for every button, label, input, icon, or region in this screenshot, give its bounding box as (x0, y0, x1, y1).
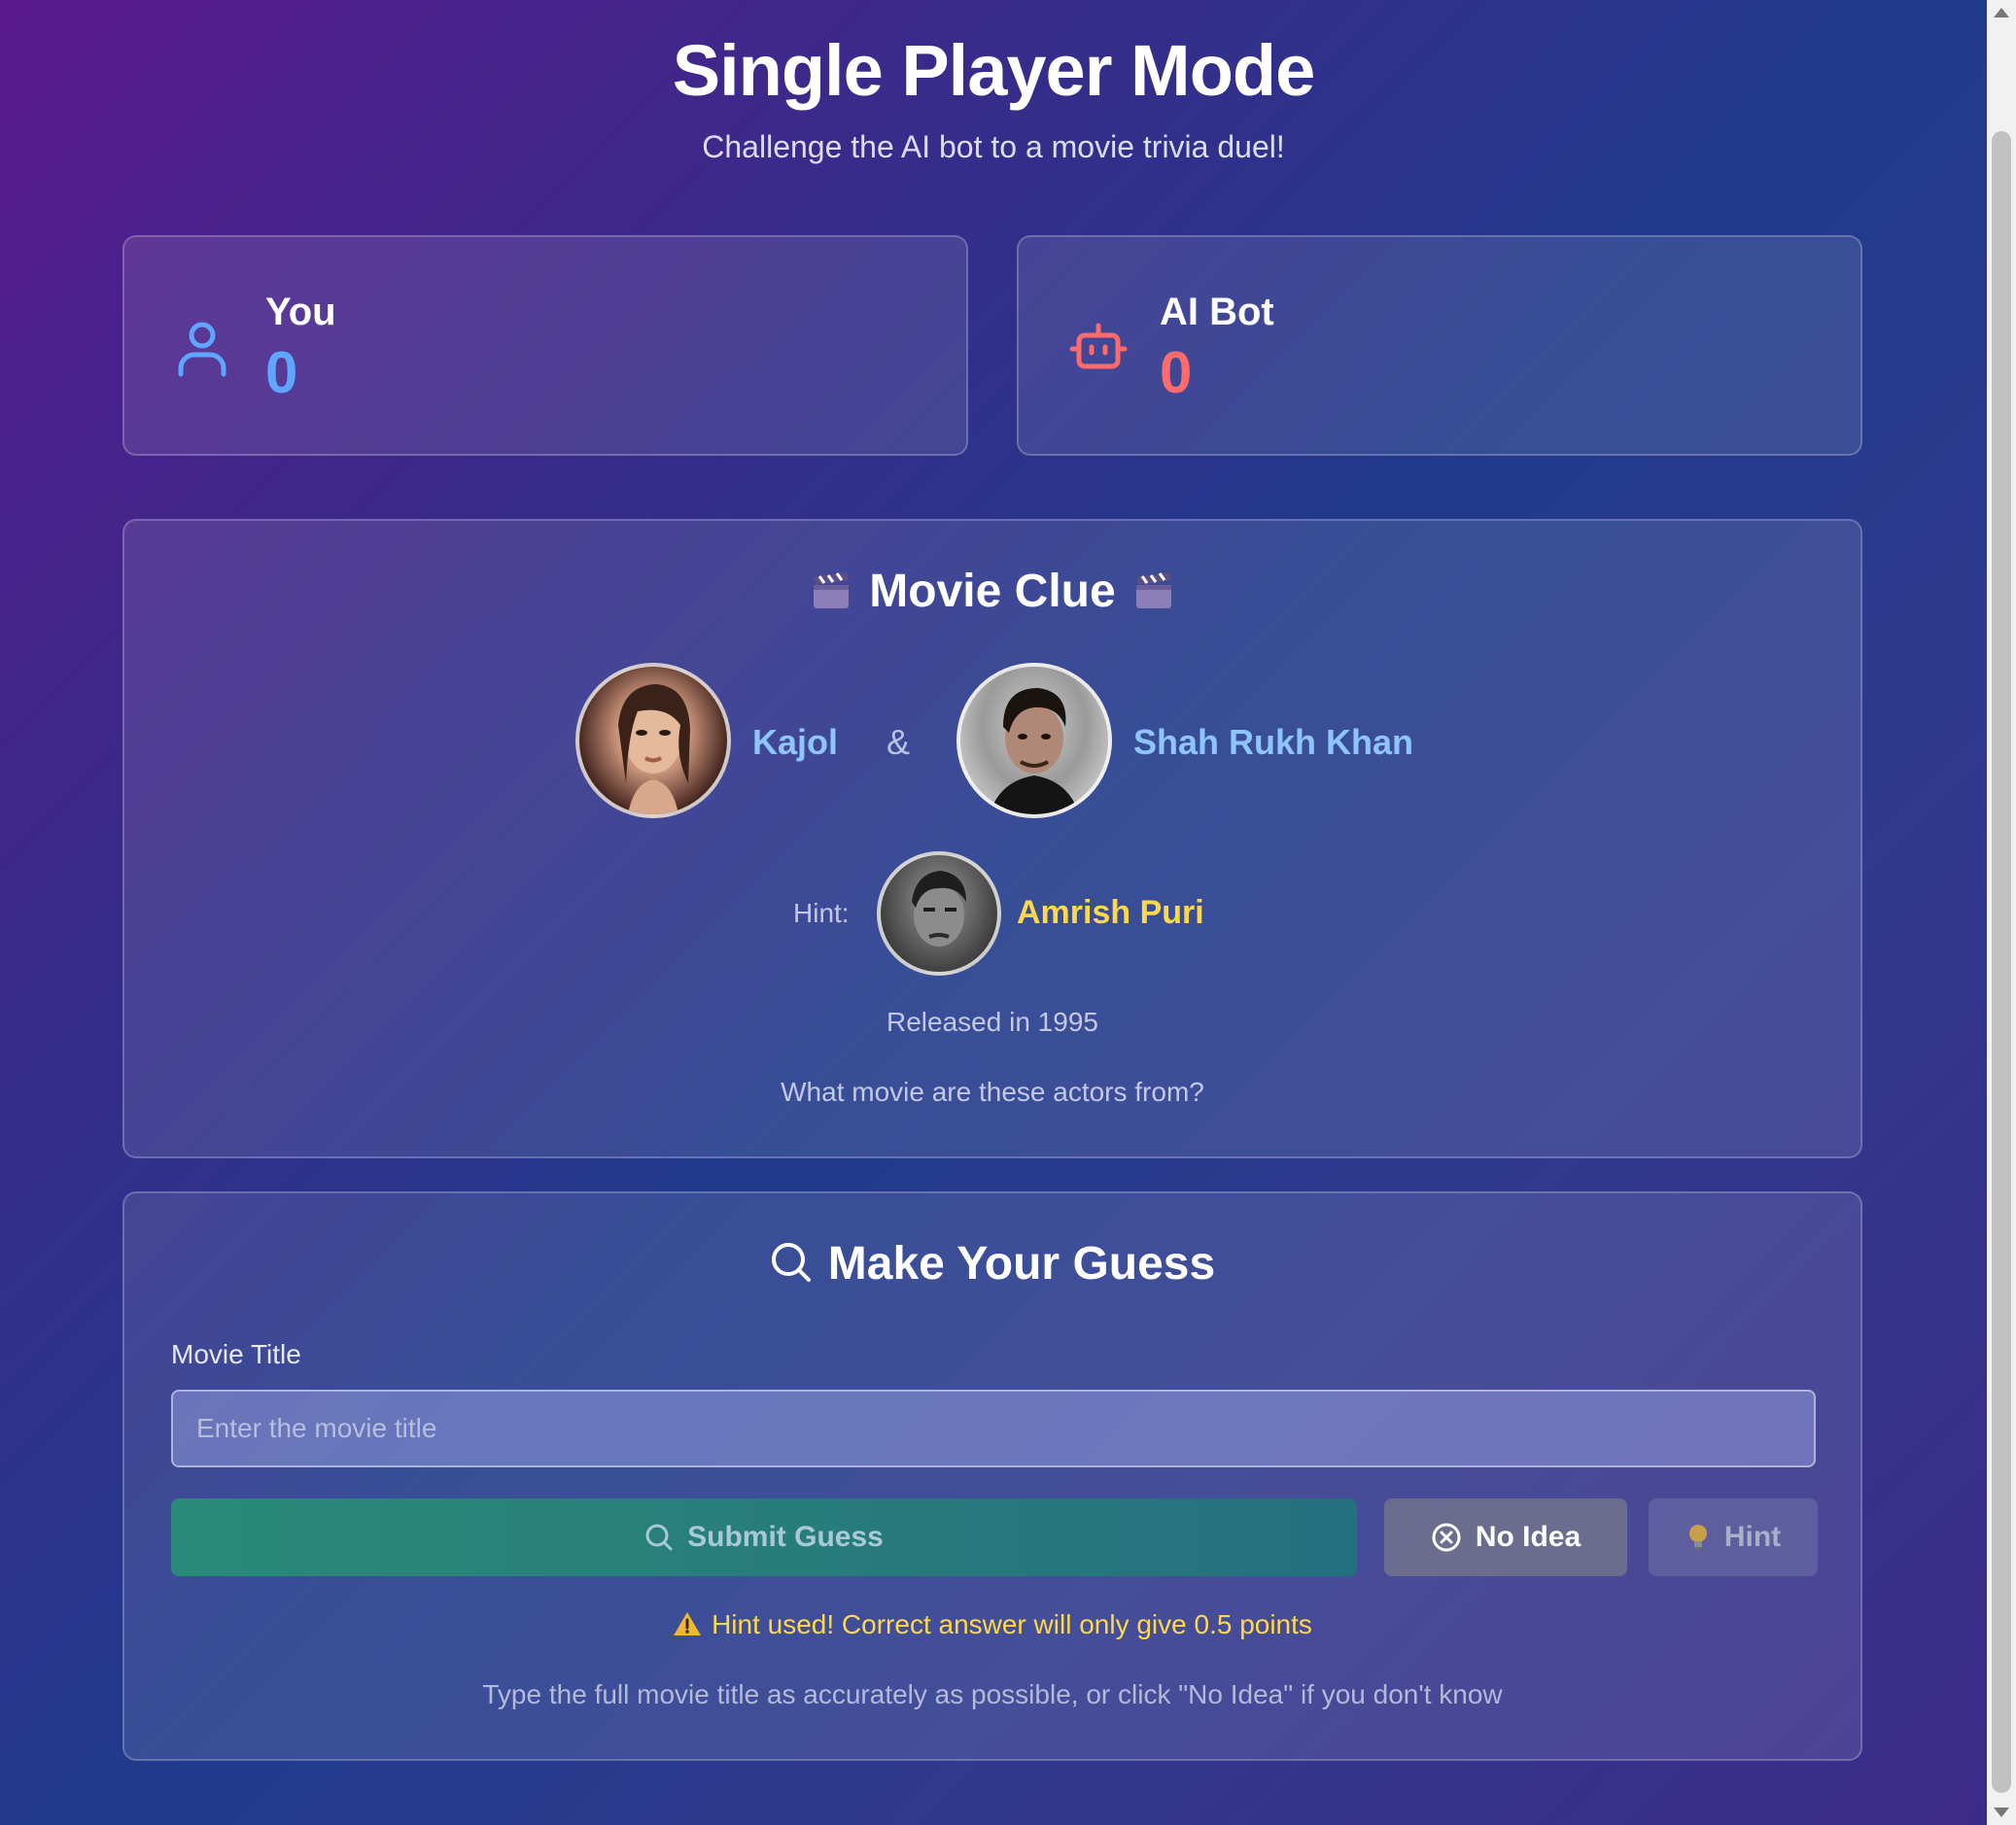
scrollbar-thumb[interactable] (1992, 131, 2011, 1793)
page-title: Single Player Mode (672, 30, 1316, 111)
guess-title: Make Your Guess (827, 1238, 1216, 1290)
warning-icon (674, 1611, 702, 1636)
no-idea-button[interactable]: No Idea (1384, 1498, 1627, 1576)
search-icon (771, 1243, 811, 1283)
bot-score-card: AI Bot 0 (1017, 235, 1862, 456)
page-subtitle: Challenge the AI bot to a movie trivia d… (702, 129, 1285, 164)
player-score-card: You 0 (122, 235, 968, 456)
clue-heading: Movie Clue (124, 565, 1860, 618)
clapperboard-icon (814, 572, 850, 609)
page: Single Player Mode Challenge the AI bot … (0, 0, 1987, 1825)
hint-warning-text: Hint used! Correct answer will only give… (712, 1609, 1312, 1639)
hint-button[interactable]: Hint (1649, 1498, 1818, 1576)
movie-title-input[interactable] (171, 1390, 1816, 1467)
hint-actor-name: Amrish Puri (1017, 894, 1204, 931)
portrait-graphic (912, 871, 966, 947)
guess-card: Make Your Guess Movie Title Submit Guess… (122, 1191, 1862, 1761)
submit-guess-label: Submit Guess (687, 1521, 884, 1553)
actor-separator: & (886, 722, 911, 762)
clue-question: What movie are these actors from? (781, 1077, 1204, 1107)
player-score: 0 (265, 340, 298, 405)
movie-title-label: Movie Title (171, 1339, 301, 1369)
bot-score: 0 (1160, 340, 1193, 405)
portrait-graphic (618, 684, 690, 814)
scroll-down-arrow[interactable] (1994, 1808, 2009, 1817)
circle-x-icon (1432, 1523, 1461, 1552)
search-icon (645, 1524, 673, 1551)
player-label: You (265, 291, 336, 333)
actor-name-1: Kajol (752, 722, 839, 762)
guess-instruction: Type the full movie title as accurately … (482, 1679, 1503, 1709)
release-year: Released in 1995 (886, 1007, 1098, 1037)
actor-photo-kajol (575, 663, 731, 818)
portrait-graphic (990, 688, 1079, 814)
no-idea-label: No Idea (1475, 1521, 1582, 1553)
vertical-scrollbar[interactable] (1987, 0, 2016, 1825)
scroll-up-arrow[interactable] (1994, 8, 2009, 17)
user-icon (178, 322, 226, 377)
guess-heading: Make Your Guess (124, 1237, 1860, 1291)
hint-warning: Hint used! Correct answer will only give… (124, 1609, 1860, 1640)
bot-icon (1069, 323, 1128, 369)
clue-title: Movie Clue (869, 566, 1116, 617)
actor-photo-shah-rukh-khan (956, 663, 1112, 818)
actor-name-2: Shah Rukh Khan (1133, 722, 1414, 762)
lightbulb-icon (1688, 1525, 1707, 1550)
bot-label: AI Bot (1160, 291, 1274, 333)
hint-label: Hint: (793, 898, 850, 928)
hint-button-label: Hint (1723, 1521, 1782, 1553)
submit-guess-button[interactable]: Submit Guess (171, 1498, 1357, 1576)
actor-photo-amrish-puri (877, 851, 1001, 976)
clapperboard-icon (1135, 572, 1171, 609)
movie-clue-card: Movie Clue Kajol & Shah Rukh Khan Hint: … (122, 519, 1862, 1158)
